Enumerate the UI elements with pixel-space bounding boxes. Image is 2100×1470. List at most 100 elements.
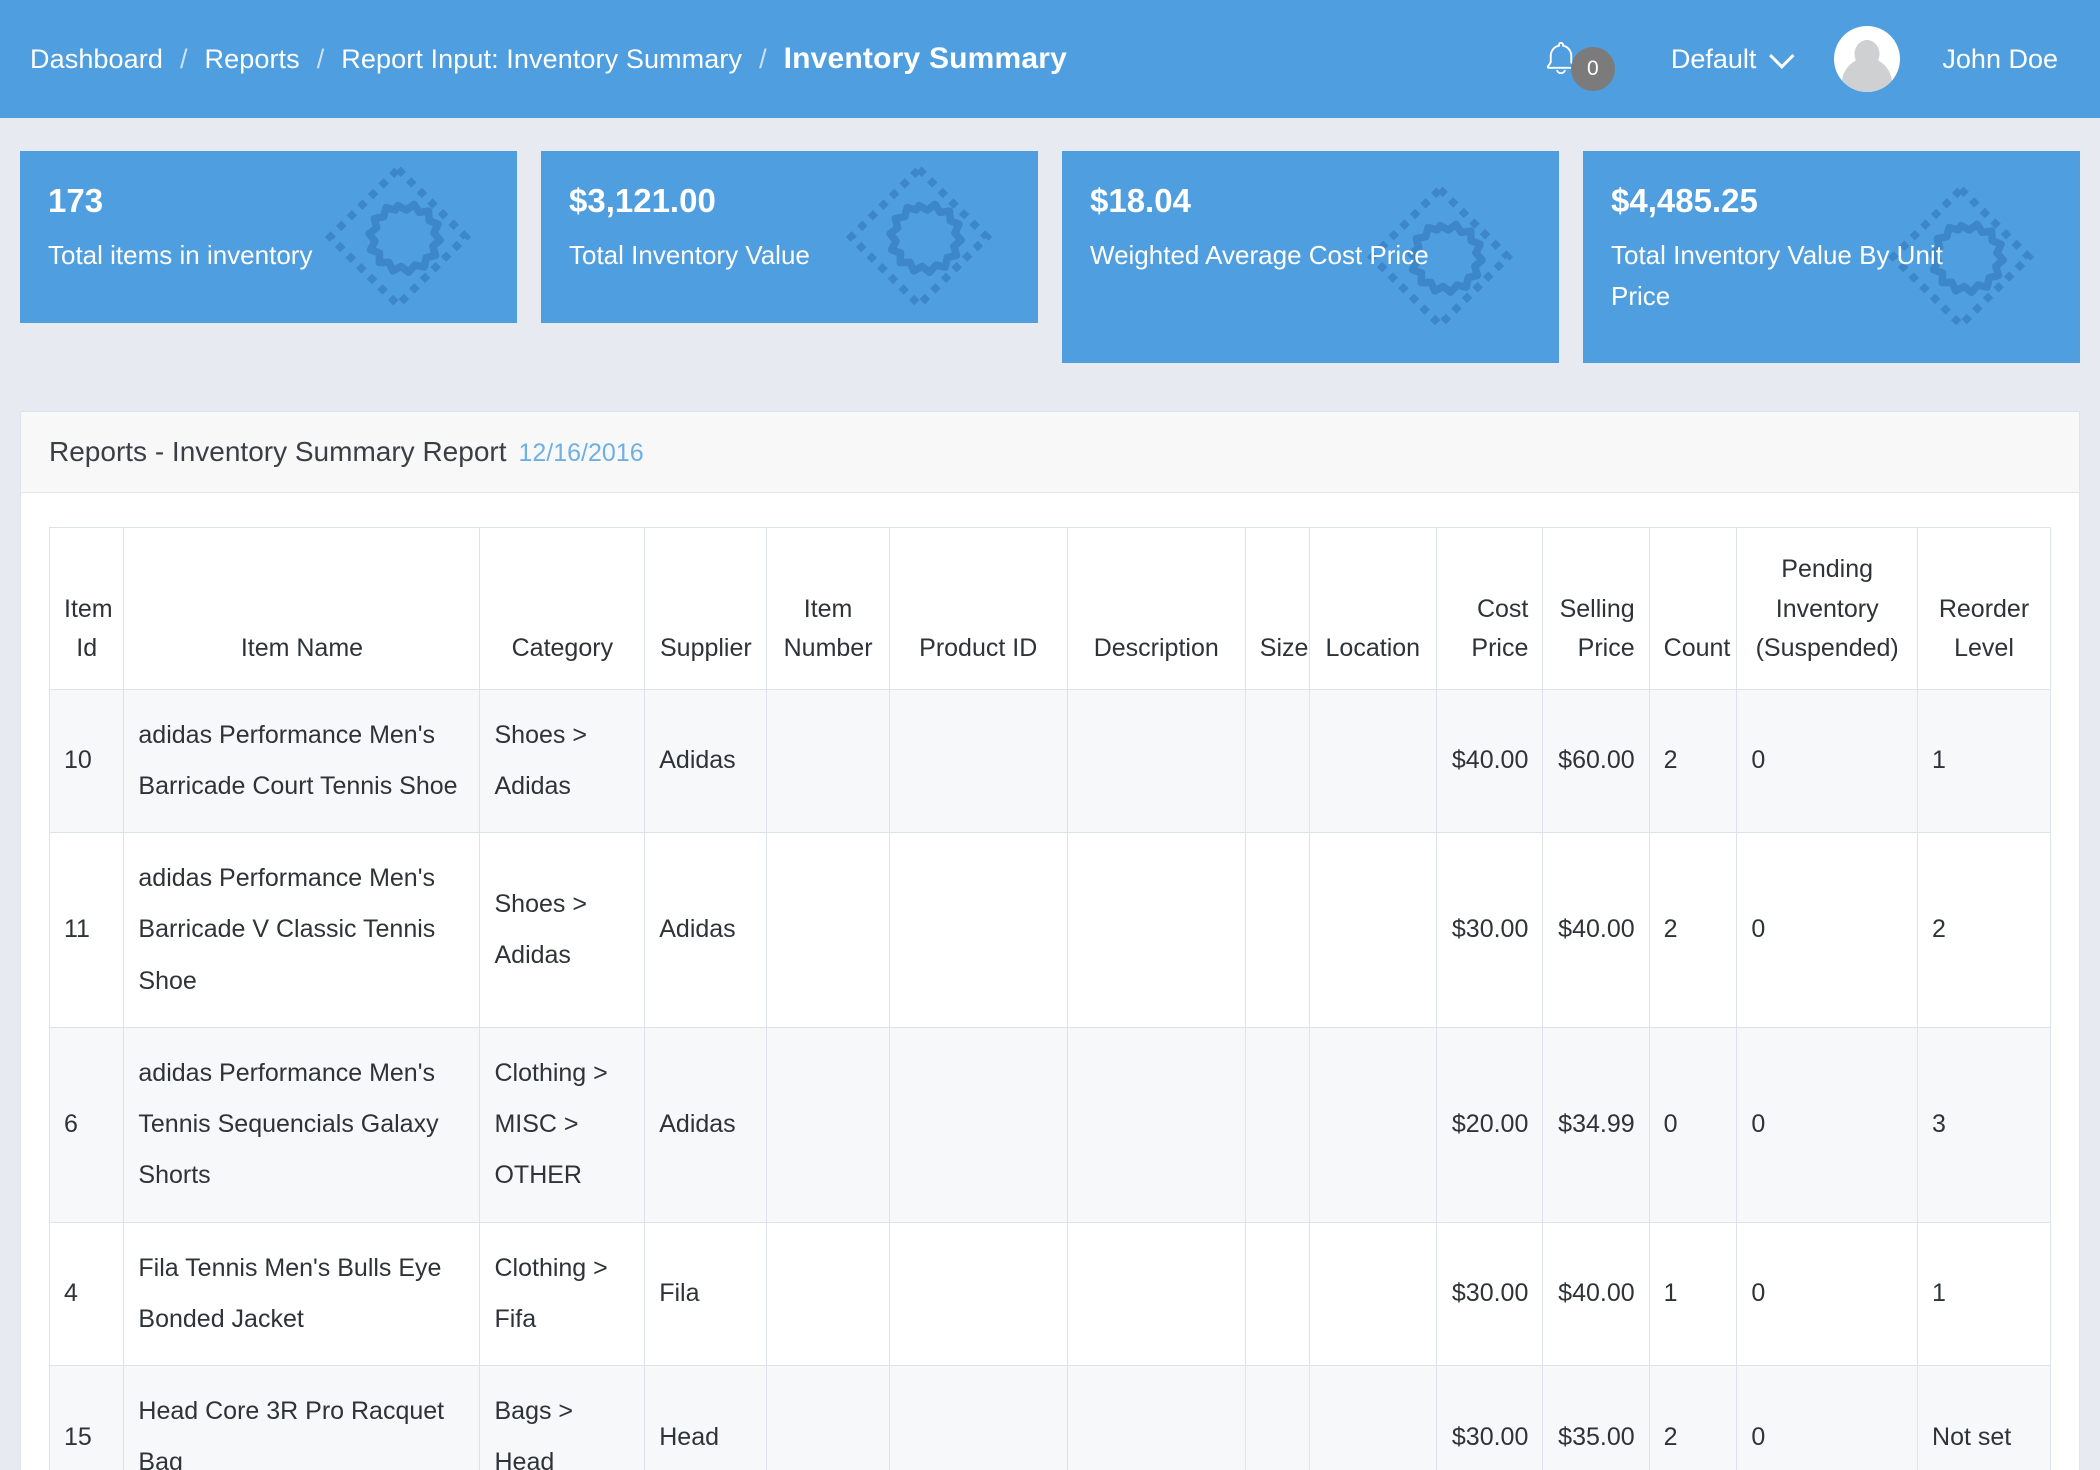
profile-dropdown[interactable]: Default	[1671, 44, 1789, 75]
top-navigation-bar: Dashboard / Reports / Report Input: Inve…	[0, 0, 2100, 118]
cell-product-id	[889, 1222, 1067, 1366]
table-row[interactable]: 11 adidas Performance Men's Barricade V …	[50, 833, 2051, 1028]
report-title: Reports - Inventory Summary Report	[49, 436, 507, 468]
table-row[interactable]: 10 adidas Performance Men's Barricade Co…	[50, 689, 2051, 833]
kpi-value: 173	[48, 183, 489, 219]
cell-selling-price: $34.99	[1543, 1027, 1649, 1222]
kpi-label: Total Inventory Value By Unit Price	[1611, 235, 1951, 316]
cell-selling-price: $60.00	[1543, 689, 1649, 833]
breadcrumb-separator: /	[317, 44, 325, 75]
cell-cost-price: $20.00	[1437, 1027, 1543, 1222]
table-row[interactable]: 15 Head Core 3R Pro Racquet Bag Bags > H…	[50, 1366, 2051, 1470]
cell-reorder-level: 1	[1918, 1222, 2051, 1366]
cell-reorder-level: 2	[1918, 833, 2051, 1028]
cell-supplier: Adidas	[645, 833, 767, 1028]
table-body: 10 adidas Performance Men's Barricade Co…	[50, 689, 2051, 1470]
kpi-value: $3,121.00	[569, 183, 1010, 219]
cell-pending-inventory: 0	[1737, 833, 1918, 1028]
column-header-product-id[interactable]: Product ID	[889, 528, 1067, 690]
cell-cost-price: $30.00	[1437, 1366, 1543, 1470]
column-header-count[interactable]: Count	[1649, 528, 1737, 690]
cell-description	[1067, 1027, 1245, 1222]
report-panel-header: Reports - Inventory Summary Report 12/16…	[21, 412, 2079, 493]
cell-product-id	[889, 1027, 1067, 1222]
cell-size	[1245, 1222, 1309, 1366]
report-date: 12/16/2016	[519, 439, 644, 468]
column-header-description[interactable]: Description	[1067, 528, 1245, 690]
notifications-button[interactable]: 0	[1543, 29, 1621, 89]
column-header-item-number[interactable]: Item Number	[767, 528, 889, 690]
top-bar-actions: 0 Default John Doe	[1543, 0, 2100, 118]
cell-location	[1309, 1366, 1437, 1470]
cell-count: 1	[1649, 1222, 1737, 1366]
kpi-card-total-inventory-value-by-unit-price[interactable]: $4,485.25 Total Inventory Value By Unit …	[1583, 151, 2080, 363]
column-header-item-id[interactable]: Item Id	[50, 528, 124, 690]
column-header-supplier[interactable]: Supplier	[645, 528, 767, 690]
cell-location	[1309, 833, 1437, 1028]
cell-count: 2	[1649, 833, 1737, 1028]
breadcrumb: Dashboard / Reports / Report Input: Inve…	[30, 42, 1067, 76]
inventory-summary-table: Item Id Item Name Category Supplier Item…	[49, 527, 2051, 1470]
cell-item-number	[767, 1222, 889, 1366]
cell-item-id: 4	[50, 1222, 124, 1366]
cell-item-number	[767, 689, 889, 833]
cell-supplier: Fila	[645, 1222, 767, 1366]
chevron-down-icon	[1770, 43, 1795, 68]
cell-description	[1067, 833, 1245, 1028]
cell-category: Shoes > Adidas	[480, 833, 645, 1028]
breadcrumb-item-report-input[interactable]: Report Input: Inventory Summary	[341, 44, 742, 75]
table-row[interactable]: 4 Fila Tennis Men's Bulls Eye Bonded Jac…	[50, 1222, 2051, 1366]
cell-size	[1245, 689, 1309, 833]
table-header-row: Item Id Item Name Category Supplier Item…	[50, 528, 2051, 690]
cell-count: 2	[1649, 689, 1737, 833]
kpi-card-total-inventory-value[interactable]: $3,121.00 Total Inventory Value	[541, 151, 1038, 323]
cell-description	[1067, 1222, 1245, 1366]
table-row[interactable]: 6 adidas Performance Men's Tennis Sequen…	[50, 1027, 2051, 1222]
kpi-card-total-items[interactable]: 173 Total items in inventory	[20, 151, 517, 323]
cell-cost-price: $30.00	[1437, 1222, 1543, 1366]
column-header-pending-inventory[interactable]: Pending Inventory (Suspended)	[1737, 528, 1918, 690]
cell-selling-price: $40.00	[1543, 1222, 1649, 1366]
cell-product-id	[889, 833, 1067, 1028]
cell-category: Bags > Head	[480, 1366, 645, 1470]
breadcrumb-item-dashboard[interactable]: Dashboard	[30, 44, 163, 75]
column-header-category[interactable]: Category	[480, 528, 645, 690]
column-header-reorder-level[interactable]: Reorder Level	[1918, 528, 2051, 690]
column-header-size[interactable]: Size	[1245, 528, 1309, 690]
cell-supplier: Adidas	[645, 1027, 767, 1222]
kpi-card-weighted-average-cost-price[interactable]: $18.04 Weighted Average Cost Price	[1062, 151, 1559, 363]
cell-item-name: adidas Performance Men's Barricade V Cla…	[124, 833, 480, 1028]
avatar[interactable]	[1834, 26, 1900, 92]
cell-item-number	[767, 833, 889, 1028]
cell-size	[1245, 833, 1309, 1028]
avatar-body-shape	[1842, 58, 1892, 92]
breadcrumb-separator: /	[759, 44, 767, 75]
cell-item-id: 15	[50, 1366, 124, 1470]
column-header-location[interactable]: Location	[1309, 528, 1437, 690]
column-header-item-name[interactable]: Item Name	[124, 528, 480, 690]
column-header-cost-price[interactable]: Cost Price	[1437, 528, 1543, 690]
report-panel-body: Item Id Item Name Category Supplier Item…	[21, 493, 2079, 1470]
cell-count: 0	[1649, 1027, 1737, 1222]
cell-size	[1245, 1027, 1309, 1222]
cell-cost-price: $30.00	[1437, 833, 1543, 1028]
cell-pending-inventory: 0	[1737, 1366, 1918, 1470]
cell-item-name: Fila Tennis Men's Bulls Eye Bonded Jacke…	[124, 1222, 480, 1366]
cell-product-id	[889, 689, 1067, 833]
breadcrumb-separator: /	[180, 44, 188, 75]
cell-cost-price: $40.00	[1437, 689, 1543, 833]
cell-item-id: 10	[50, 689, 124, 833]
cell-item-id: 6	[50, 1027, 124, 1222]
cell-size	[1245, 1366, 1309, 1470]
kpi-label: Total Inventory Value	[569, 235, 909, 275]
report-panel: Reports - Inventory Summary Report 12/16…	[20, 411, 2080, 1470]
breadcrumb-item-reports[interactable]: Reports	[205, 44, 300, 75]
cell-location	[1309, 1222, 1437, 1366]
column-header-selling-price[interactable]: Selling Price	[1543, 528, 1649, 690]
kpi-card-row: 173 Total items in inventory $3,121.00 T…	[0, 118, 2100, 363]
cell-item-id: 11	[50, 833, 124, 1028]
cell-item-name: adidas Performance Men's Barricade Court…	[124, 689, 480, 833]
cell-product-id	[889, 1366, 1067, 1470]
kpi-label: Weighted Average Cost Price	[1090, 235, 1430, 275]
cell-item-name: adidas Performance Men's Tennis Sequenci…	[124, 1027, 480, 1222]
